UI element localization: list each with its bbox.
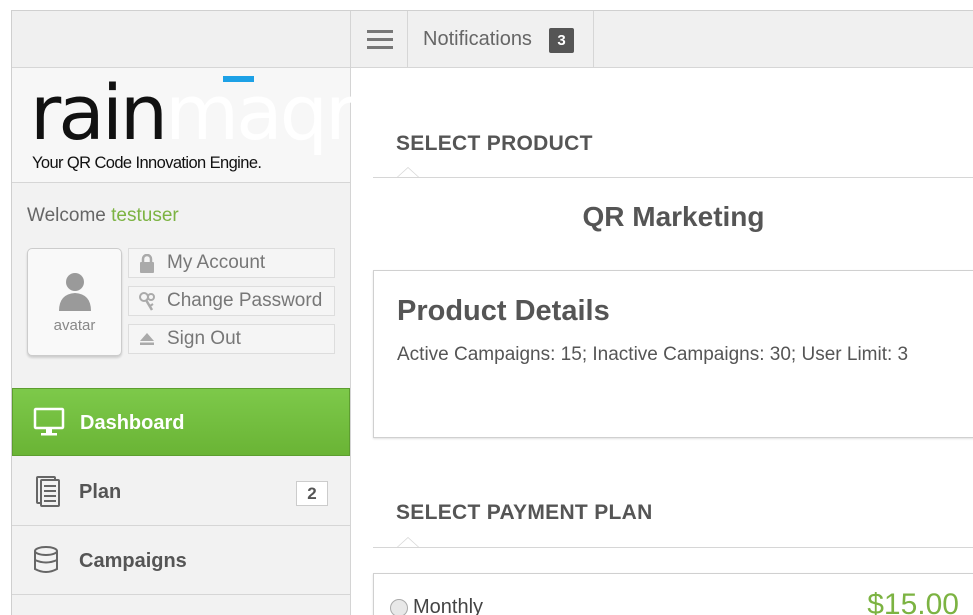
logo-accent-bar [223, 76, 254, 82]
lock-icon [140, 254, 154, 273]
select-payment-plan-heading: SELECT PAYMENT PLAN [396, 501, 653, 524]
sidebar-item-campaigns[interactable]: Campaigns [12, 527, 350, 595]
monitor-icon [33, 407, 65, 436]
product-details-title: Product Details [397, 295, 610, 327]
app-window: rainmaqr Your QR Code Innovation Engine.… [11, 10, 973, 615]
product-details-card: Product Details Active Campaigns: 15; In… [373, 270, 973, 438]
sign-out-label: Sign Out [167, 328, 241, 349]
menu-toggle-button[interactable] [351, 11, 408, 68]
sidebar: rainmaqr Your QR Code Innovation Engine.… [12, 11, 356, 615]
my-account-link[interactable]: My Account [128, 248, 335, 278]
section-caret [397, 537, 419, 547]
logo-wordmark: rainmaqr [30, 72, 356, 154]
user-silhouette-icon [59, 273, 91, 311]
sidebar-item-label: Campaigns [79, 550, 187, 572]
plan-radio-button[interactable] [390, 599, 408, 615]
plan-label: Monthly [413, 596, 484, 615]
menu-icon [367, 46, 393, 49]
top-bar: Notifications 3 [351, 11, 973, 68]
keys-icon [139, 292, 155, 311]
menu-icon [367, 38, 393, 41]
select-product-heading: SELECT PRODUCT [396, 132, 593, 155]
change-password-link[interactable]: Change Password [128, 286, 335, 316]
document-stack-icon [36, 476, 60, 507]
notifications-button[interactable]: Notifications 3 [408, 11, 594, 68]
username: testuser [111, 205, 179, 226]
section-divider [373, 547, 973, 548]
plan-option-monthly[interactable]: Monthly $15.00 [373, 573, 973, 615]
change-password-label: Change Password [167, 290, 323, 311]
welcome-message: Welcome testuser [27, 205, 179, 227]
product-name: QR Marketing [582, 201, 765, 232]
main-content: SELECT PRODUCT QR Marketing Product Deta… [351, 68, 973, 615]
plan-count-badge: 2 [296, 481, 328, 506]
sidebar-item-label: Dashboard [80, 412, 185, 434]
tagline: Your QR Code Innovation Engine. [32, 154, 262, 172]
section-divider [373, 177, 973, 178]
sidebar-header [12, 11, 350, 68]
logo-rain-text: rain [30, 68, 168, 157]
sidebar-item-dashboard[interactable]: Dashboard [12, 388, 350, 456]
welcome-prefix: Welcome [27, 205, 106, 226]
product-details-text: Active Campaigns: 15; Inactive Campaigns… [397, 344, 909, 365]
sign-out-link[interactable]: Sign Out [128, 324, 335, 354]
menu-icon [367, 30, 393, 33]
avatar-label: avatar [53, 317, 96, 334]
sidebar-item-plan[interactable]: Plan 2 [12, 458, 350, 526]
eject-icon [140, 333, 154, 345]
database-icon [34, 546, 58, 573]
section-caret [397, 167, 419, 177]
logo[interactable]: rainmaqr Your QR Code Innovation Engine. [12, 68, 356, 183]
avatar[interactable]: avatar [27, 248, 122, 356]
my-account-label: My Account [167, 252, 266, 273]
sidebar-item-label: Plan [79, 481, 122, 503]
logo-maqr-text: maqr [165, 68, 356, 157]
notifications-count-badge: 3 [549, 28, 574, 53]
plan-price: $15.00 [867, 588, 959, 615]
notifications-label: Notifications [423, 28, 532, 50]
